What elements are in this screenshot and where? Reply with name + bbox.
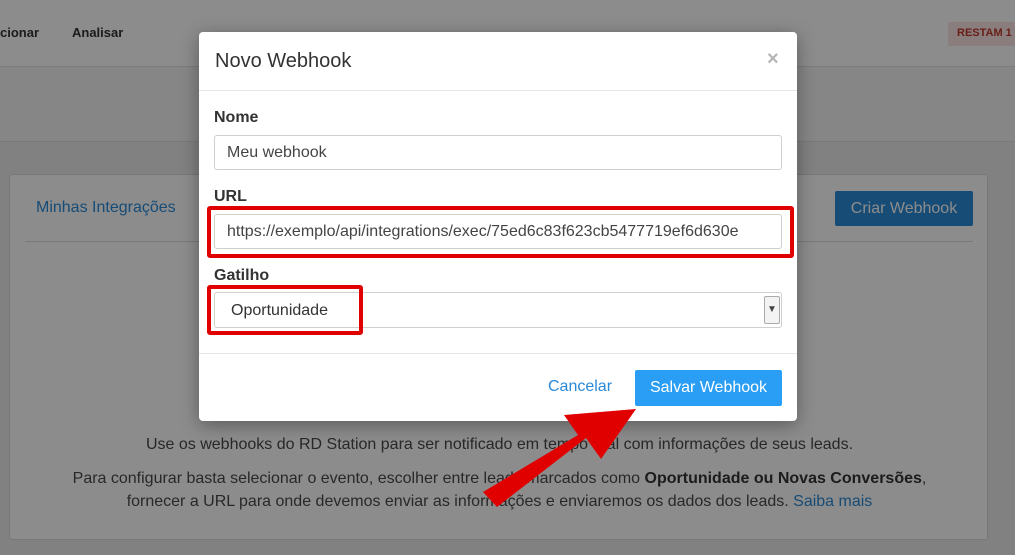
chevron-down-icon[interactable]: ▼ <box>764 296 780 324</box>
save-webhook-button[interactable]: Salvar Webhook <box>635 370 782 406</box>
name-input[interactable] <box>214 135 782 170</box>
name-label: Nome <box>214 109 259 126</box>
trigger-label: Gatilho <box>214 267 270 284</box>
modal-header: Novo Webhook × <box>199 32 797 91</box>
modal-title: Novo Webhook <box>215 50 352 72</box>
url-label: URL <box>214 188 247 205</box>
trigger-highlight-box <box>207 285 363 335</box>
cancel-button[interactable]: Cancelar <box>548 378 612 396</box>
url-highlight-box <box>207 206 794 258</box>
close-icon[interactable]: × <box>767 48 779 71</box>
modal-footer-divider <box>199 353 797 354</box>
